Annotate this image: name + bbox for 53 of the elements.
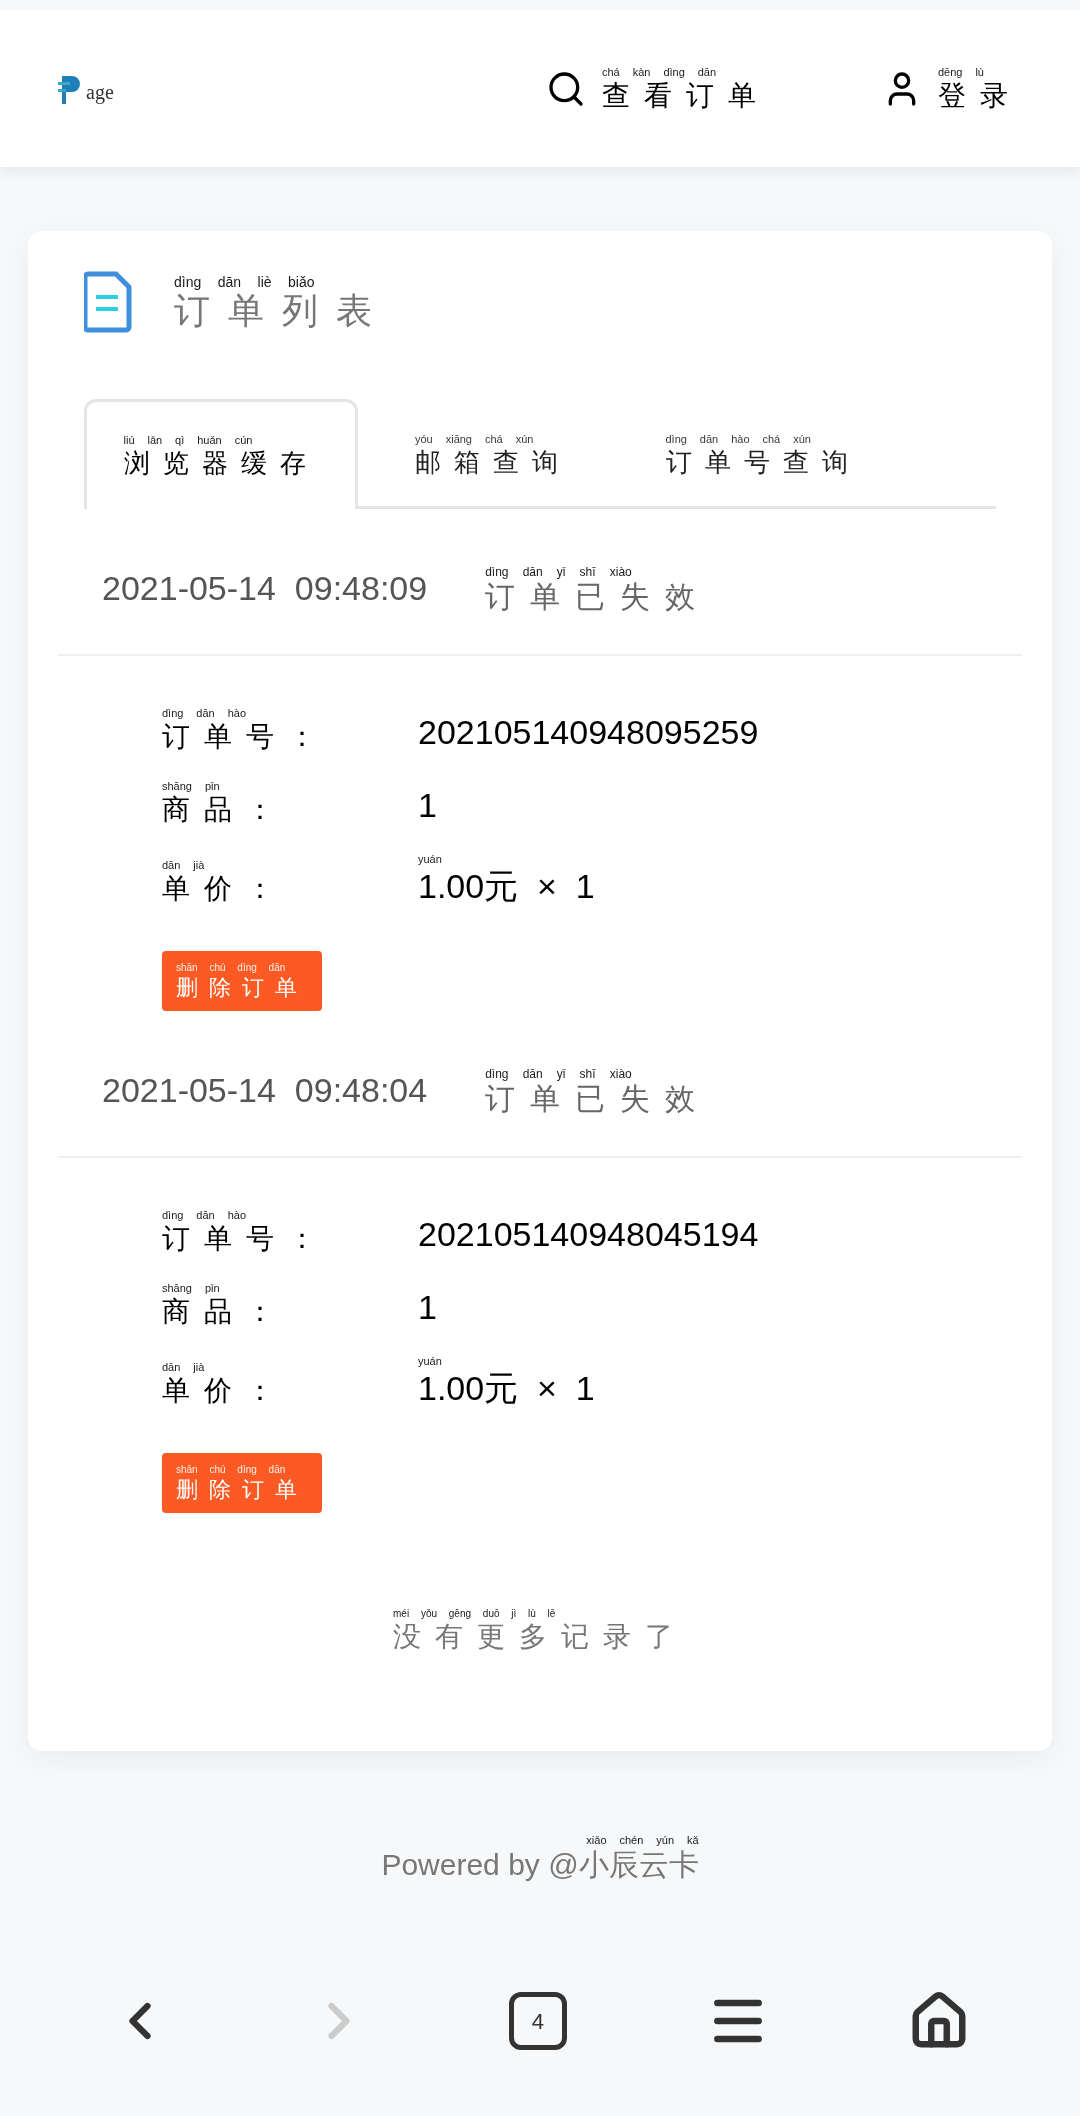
nav-link[interactable]: dēng lù 登录 [882,67,1022,110]
field-label: 订单号： [162,1225,330,1253]
pinyin-annotation: yuán [418,854,442,865]
pinyin-annotation: méi yǒu gēng duō jì lù lē [393,1609,556,1619]
pinyin-annotation: shān chú dìng dān [176,963,286,973]
pinyin-annotation: dān jià [162,860,205,871]
order-time: 2021-05-14 09:48:09 [102,568,428,609]
pinyin-annotation: dìng dān hào [162,708,247,719]
pinyin-annotation: liú lǎn qì huǎn cún [123,435,253,446]
tab-label[interactable]: 订单号查询 [665,448,861,475]
logo[interactable]: age [58,71,114,106]
card-title: 订单列表 [174,293,390,329]
nav-link-label[interactable]: 登录 [938,82,1022,110]
tab[interactable]: liú lǎn qì huǎn cún 浏览器缓存 [84,399,358,509]
document-icon [84,271,132,333]
pinyin-annotation: dēng lù [938,67,984,78]
field-label: 订单号： [162,723,330,751]
pinyin-annotation: chá kàn dìng dān [602,67,717,78]
nav-link[interactable]: chá kàn dìng dān 查看订单 [546,67,770,110]
no-more-records: 没有更多记录了 [393,1623,687,1651]
pinyin-annotation: dìng dān yǐ shī xiào [485,1067,632,1080]
field-value: 1.00元 × 1 [418,869,595,903]
logo-text: age [86,81,114,102]
order-time: 2021-05-14 09:48:04 [102,1070,428,1111]
order-status: 订单已失效 [485,581,711,612]
field-value: 202105140948095259 [418,715,759,749]
field-value: 1.00元 × 1 [418,1371,595,1405]
tab[interactable]: dìng dān hào chá xún 订单号查询 [628,399,898,509]
field-label: 单价： [162,875,288,903]
pinyin-annotation: shāng pǐn [162,781,220,792]
pinyin-annotation: dān jià [162,1362,205,1373]
tab-label[interactable]: 邮箱查询 [415,448,571,475]
pinyin-annotation: dìng dān yǐ shī xiào [485,565,632,578]
pinyin-annotation: yóu xiāng chá xún [415,433,534,445]
field-value: 1 [418,1290,437,1324]
pinyin-annotation: dìng dān hào chá xún [665,433,811,445]
pinyin-annotation: xiǎo chén yún kǎ [586,1835,699,1846]
field-value: 202105140948045194 [418,1217,759,1251]
nav-link-label[interactable]: 查看订单 [602,82,770,110]
tab-label[interactable]: 浏览器缓存 [123,450,319,476]
pinyin-annotation: shān chú dìng dān [176,1465,286,1475]
tab-count[interactable]: 4 [509,1992,567,2050]
field-label: 单价： [162,1377,288,1405]
pinyin-annotation: dìng dān liè biǎo [174,275,315,289]
pinyin-annotation: yuán [418,1356,442,1367]
powered-by-text: Powered by @小辰云卡 [381,1850,699,1880]
order-status: 订单已失效 [485,1083,711,1114]
pinyin-annotation: shāng pǐn [162,1283,220,1294]
field-label: 商品： [162,1298,288,1326]
field-value: 1 [418,788,437,822]
field-label: 商品： [162,796,288,824]
tab[interactable]: yóu xiāng chá xún 邮箱查询 [358,399,628,509]
pinyin-annotation: dìng dān hào [162,1210,247,1221]
